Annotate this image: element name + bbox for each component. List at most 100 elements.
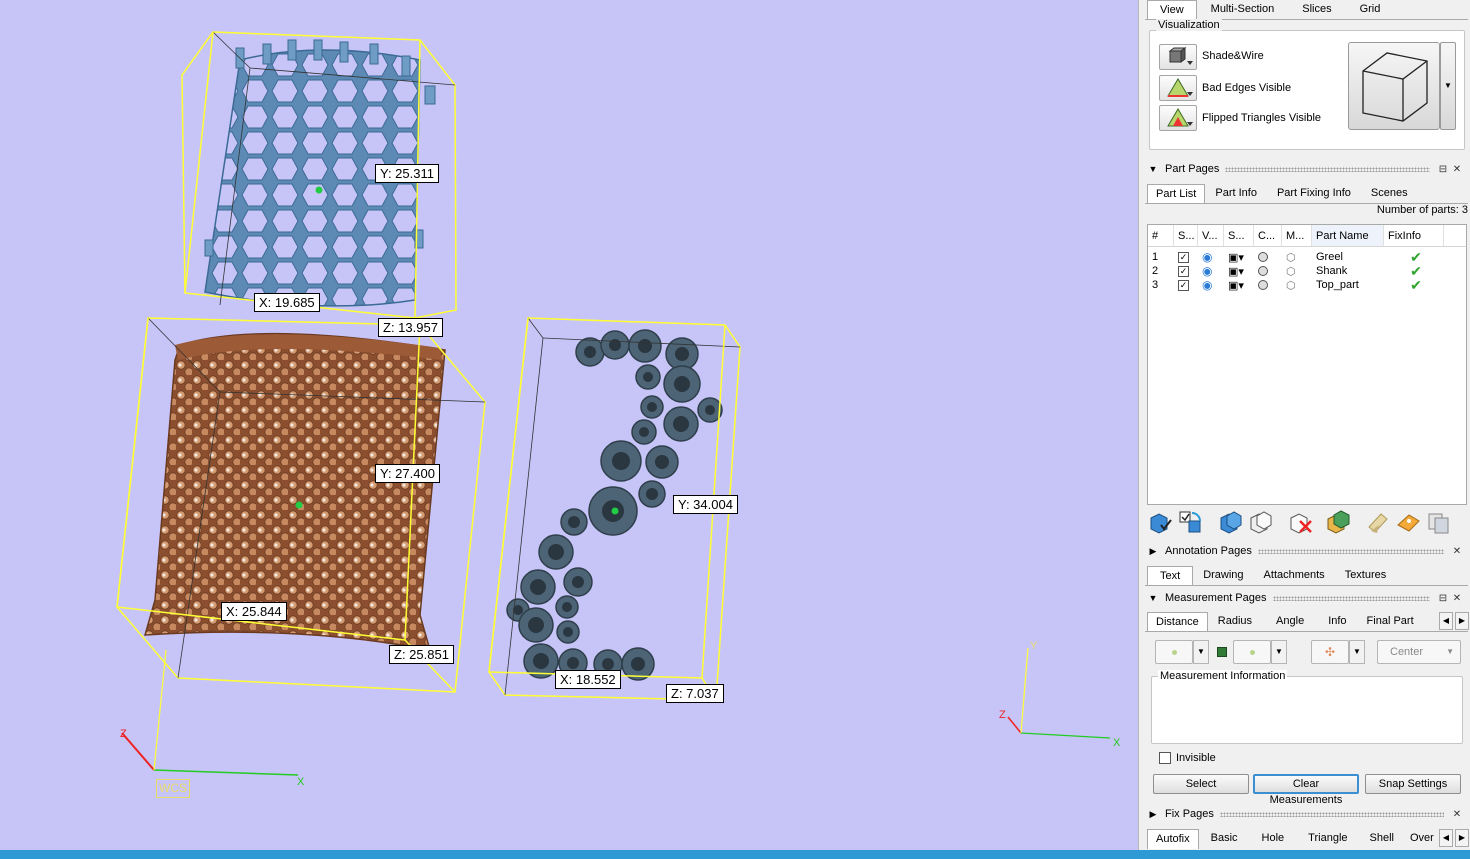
- float-icon[interactable]: ⊟: [1436, 164, 1450, 175]
- shade-mode-icon[interactable]: ▣▾: [1224, 278, 1254, 292]
- label-part-icon[interactable]: [1395, 509, 1421, 535]
- shade-mode-icon[interactable]: ▣▾: [1224, 250, 1254, 264]
- bad-edges-button[interactable]: [1159, 75, 1197, 101]
- tab-scroll-right-icon[interactable]: ▶: [1455, 612, 1469, 630]
- color-swatch[interactable]: [1258, 252, 1268, 262]
- expand-right-icon[interactable]: ▶: [1145, 809, 1161, 820]
- tab-slices[interactable]: Slices: [1288, 0, 1345, 20]
- tab-shell[interactable]: Shell: [1360, 829, 1404, 849]
- column-color[interactable]: C...: [1254, 225, 1282, 246]
- tab-triangle[interactable]: Triangle: [1296, 829, 1359, 849]
- tab-final-part[interactable]: Final Part: [1357, 612, 1424, 632]
- color-swatch[interactable]: [1258, 280, 1268, 290]
- annotate-part-icon[interactable]: [1365, 509, 1391, 535]
- column-fixinfo[interactable]: FixInfo: [1384, 225, 1444, 246]
- show-parts-icon[interactable]: [1217, 509, 1243, 535]
- tab-textures[interactable]: Textures: [1335, 566, 1397, 586]
- hide-parts-icon[interactable]: [1247, 509, 1273, 535]
- tab-scenes[interactable]: Scenes: [1361, 184, 1418, 204]
- column-part-name[interactable]: Part Name: [1312, 225, 1384, 246]
- chevron-down-icon[interactable]: ▼: [1349, 640, 1365, 664]
- tab-radius[interactable]: Radius: [1208, 612, 1262, 632]
- tab-scroll-left-icon[interactable]: ◀: [1439, 829, 1453, 847]
- tab-grid[interactable]: Grid: [1346, 0, 1395, 20]
- tab-angle[interactable]: Angle: [1262, 612, 1318, 632]
- eye-icon[interactable]: ◉: [1198, 278, 1224, 292]
- snap-tool-button[interactable]: ✣: [1311, 640, 1349, 664]
- eye-icon[interactable]: ◉: [1198, 250, 1224, 264]
- tab-scroll-left-icon[interactable]: ◀: [1439, 612, 1453, 630]
- view-cube-button[interactable]: [1348, 42, 1440, 130]
- part-list-table[interactable]: # S... V... S... C... M... Part Name Fix…: [1147, 224, 1467, 505]
- clear-measurements-button[interactable]: Clear Measurements: [1253, 774, 1359, 806]
- close-icon[interactable]: ✕: [1450, 593, 1464, 604]
- chevron-down-icon[interactable]: ▼: [1193, 640, 1209, 664]
- tab-part-info[interactable]: Part Info: [1205, 184, 1267, 204]
- tab-part-list[interactable]: Part List: [1147, 184, 1206, 204]
- tab-autofix[interactable]: Autofix: [1147, 829, 1199, 849]
- color-swatch[interactable]: [1258, 266, 1268, 276]
- collapse-down-icon[interactable]: ▼: [1145, 593, 1161, 603]
- close-icon[interactable]: ✕: [1450, 164, 1464, 175]
- column-mesh[interactable]: M...: [1282, 225, 1312, 246]
- scene-canvas[interactable]: [0, 0, 1138, 850]
- point-two-picker[interactable]: [1233, 640, 1271, 664]
- 3d-viewport[interactable]: Y: 25.311 X: 19.685 Z: 13.957 Y: 27.400 …: [0, 0, 1138, 850]
- collapse-down-icon[interactable]: ▼: [1145, 164, 1161, 174]
- column-visible[interactable]: V...: [1198, 225, 1224, 246]
- column-shade[interactable]: S...: [1224, 225, 1254, 246]
- merge-parts-icon[interactable]: [1325, 509, 1351, 535]
- tab-overlapping[interactable]: Over: [1404, 829, 1440, 849]
- invisible-checkbox[interactable]: [1159, 752, 1171, 764]
- eye-icon[interactable]: ◉: [1198, 264, 1224, 278]
- tab-basic[interactable]: Basic: [1199, 829, 1250, 849]
- invisible-checkbox-row[interactable]: Invisible: [1159, 752, 1216, 764]
- part-name[interactable]: Top_part: [1312, 278, 1384, 292]
- measurement-pages-header[interactable]: ▼ Measurement Pages ⊟ ✕: [1145, 588, 1464, 608]
- tab-distance[interactable]: Distance: [1147, 612, 1208, 632]
- select-checkbox[interactable]: ✓: [1178, 279, 1189, 291]
- snap-mode-select[interactable]: Center ▼: [1377, 640, 1461, 664]
- column-select[interactable]: S...: [1174, 225, 1198, 246]
- greel-y-dimension: Y: 34.004: [673, 495, 738, 514]
- select-button[interactable]: Select: [1153, 774, 1249, 794]
- table-row[interactable]: 3 ✓ ◉ ▣▾ ⬡ Top_part ✔: [1148, 278, 1466, 292]
- tab-scroll-right-icon[interactable]: ▶: [1455, 829, 1469, 847]
- right-panel: View Multi-Section Slices Grid Visualiza…: [1138, 0, 1470, 850]
- tab-info[interactable]: Info: [1318, 612, 1356, 632]
- tab-view[interactable]: View: [1147, 0, 1197, 20]
- view-cube-dropdown[interactable]: ▼: [1440, 42, 1456, 130]
- select-all-parts-icon[interactable]: [1147, 509, 1173, 535]
- shade-mode-icon[interactable]: ▣▾: [1224, 264, 1254, 278]
- expand-right-icon[interactable]: ▶: [1145, 546, 1161, 557]
- tab-part-fixing-info[interactable]: Part Fixing Info: [1267, 184, 1361, 204]
- tab-attachments[interactable]: Attachments: [1254, 566, 1335, 586]
- annotation-pages-header[interactable]: ▶ Annotation Pages ✕: [1145, 541, 1464, 561]
- chevron-down-icon[interactable]: ▼: [1271, 640, 1287, 664]
- table-row[interactable]: 2 ✓ ◉ ▣▾ ⬡ Shank ✔: [1148, 264, 1466, 278]
- select-checkbox[interactable]: ✓: [1178, 265, 1189, 277]
- invert-selection-icon[interactable]: [1177, 509, 1203, 535]
- float-icon[interactable]: ⊟: [1436, 593, 1450, 604]
- flipped-triangles-button[interactable]: [1159, 105, 1197, 131]
- shank-model[interactable]: [143, 332, 446, 651]
- fix-pages-header[interactable]: ▶ Fix Pages ✕: [1145, 804, 1464, 824]
- part-name[interactable]: Shank: [1312, 264, 1384, 278]
- table-row[interactable]: 1 ✓ ◉ ▣▾ ⬡ Greel ✔: [1148, 250, 1466, 264]
- snap-settings-button[interactable]: Snap Settings: [1365, 774, 1461, 794]
- tab-multi-section[interactable]: Multi-Section: [1197, 0, 1289, 20]
- tab-text[interactable]: Text: [1147, 566, 1194, 586]
- point-one-picker[interactable]: [1155, 640, 1193, 664]
- tab-drawing[interactable]: Drawing: [1193, 566, 1253, 586]
- column-number[interactable]: #: [1148, 225, 1174, 246]
- select-checkbox[interactable]: ✓: [1178, 251, 1189, 263]
- close-icon[interactable]: ✕: [1450, 546, 1464, 557]
- shade-wire-icon: [1168, 47, 1193, 65]
- remove-part-icon[interactable]: [1287, 509, 1313, 535]
- part-pages-header[interactable]: ▼ Part Pages ⊟ ✕: [1145, 159, 1464, 179]
- shade-wire-button[interactable]: [1159, 44, 1197, 70]
- copy-part-icon[interactable]: [1425, 509, 1451, 535]
- close-icon[interactable]: ✕: [1450, 809, 1464, 820]
- part-name[interactable]: Greel: [1312, 250, 1384, 264]
- tab-hole[interactable]: Hole: [1250, 829, 1297, 849]
